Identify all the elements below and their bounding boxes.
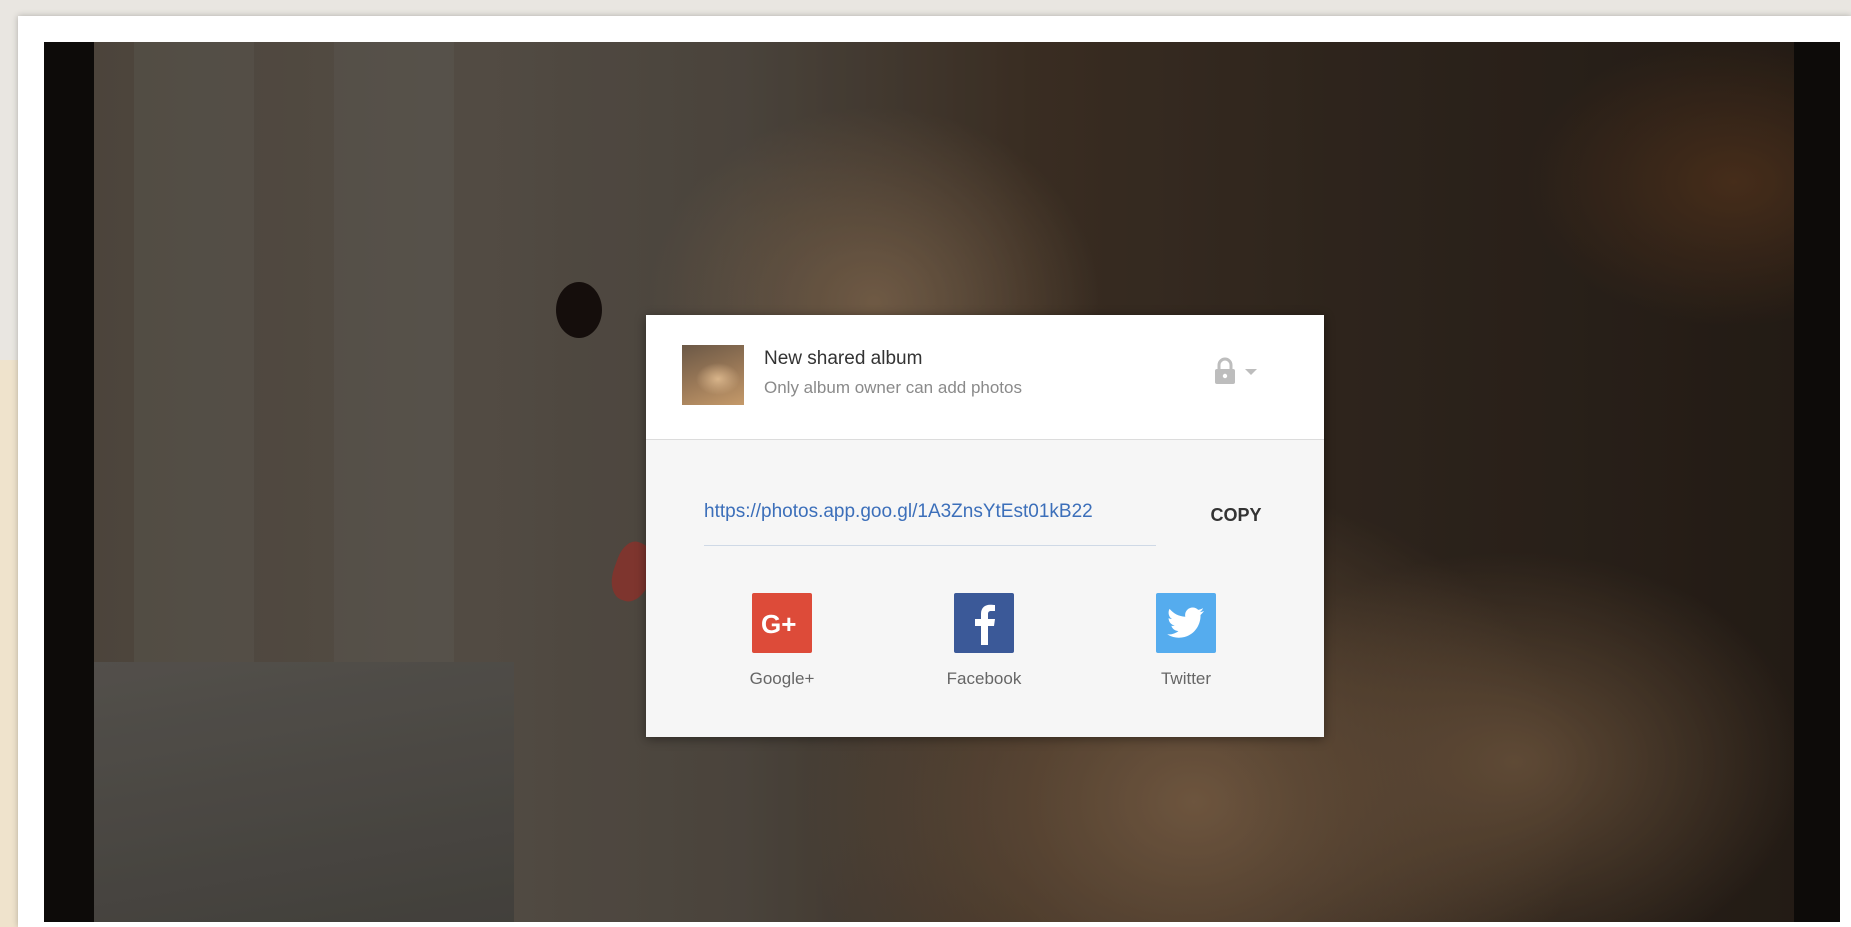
album-thumbnail <box>682 345 744 405</box>
chevron-down-icon <box>1244 364 1258 382</box>
left-background-strip <box>0 360 18 927</box>
share-dialog: New shared album Only album owner can ad… <box>646 315 1324 737</box>
sharing-permission-dropdown[interactable] <box>1212 351 1272 395</box>
lock-icon <box>1212 356 1238 391</box>
copy-button[interactable]: COPY <box>1194 493 1278 537</box>
album-permission-text: Only album owner can add photos <box>764 378 1022 397</box>
google-plus-icon: G+ <box>752 593 812 653</box>
share-twitter-button[interactable]: Twitter <box>1126 593 1246 689</box>
share-facebook-button[interactable]: Facebook <box>924 593 1044 689</box>
photo-viewer: New shared album Only album owner can ad… <box>44 42 1840 922</box>
share-label: Google+ <box>749 669 815 688</box>
dialog-header: New shared album Only album owner can ad… <box>646 315 1324 440</box>
share-label: Facebook <box>946 669 1022 688</box>
twitter-icon <box>1156 593 1216 653</box>
facebook-icon <box>954 593 1014 653</box>
svg-text:G+: G+ <box>761 609 796 638</box>
album-title: New shared album <box>764 348 923 369</box>
share-label: Twitter <box>1160 669 1212 688</box>
share-link-field[interactable]: https://photos.app.goo.gl/1A3ZnsYtEst01k… <box>704 501 1156 546</box>
share-google-plus-button[interactable]: G+ Google+ <box>722 593 842 689</box>
